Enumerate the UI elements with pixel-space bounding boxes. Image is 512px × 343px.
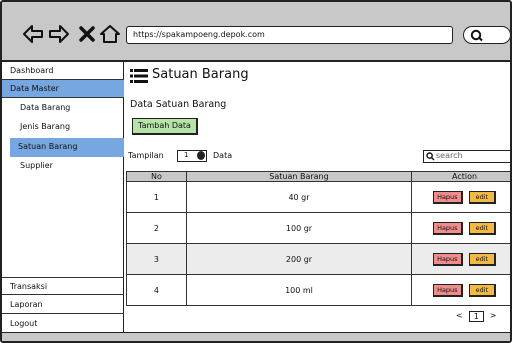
sidebar-subitem-supplier[interactable]: Supplier xyxy=(10,157,124,176)
satuan-table: No Satuan Barang Action 1 40 gr Hapus ed… xyxy=(126,171,510,306)
cell-no: 1 xyxy=(126,181,187,213)
delete-button[interactable]: Hapus xyxy=(433,283,463,297)
horizontal-scrollbar[interactable] xyxy=(2,332,510,341)
cell-action: Hapus edit xyxy=(411,274,510,306)
column-header-no: No xyxy=(126,171,187,182)
cell-action: Hapus edit xyxy=(411,243,510,275)
table-header-row: No Satuan Barang Action xyxy=(126,171,510,182)
edit-button[interactable]: edit xyxy=(468,252,497,266)
delete-button[interactable]: Hapus xyxy=(433,190,463,204)
sidebar-subitem-jenis-barang[interactable]: Jenis Barang xyxy=(10,118,124,137)
delete-button[interactable]: Hapus xyxy=(433,221,463,235)
home-icon[interactable] xyxy=(99,24,121,44)
browser-window: https://spakampoeng.depok.com Dashboard … xyxy=(0,0,512,343)
browser-toolbar: https://spakampoeng.depok.com xyxy=(2,2,510,62)
show-entries-select[interactable]: 1 xyxy=(177,150,207,162)
sidebar: Dashboard Data Master Data Barang Jenis … xyxy=(2,62,124,341)
cell-satuan: 100 gr xyxy=(185,212,413,244)
sidebar-item-dashboard[interactable]: Dashboard xyxy=(2,62,124,80)
show-entries-value: 1 xyxy=(184,151,189,159)
cell-action: Hapus edit xyxy=(411,212,510,244)
show-entries-suffix: Data xyxy=(213,151,233,160)
cell-no: 4 xyxy=(126,274,187,306)
sidebar-item-transaksi[interactable]: Transaksi xyxy=(2,277,124,295)
sidebar-item-laporan[interactable]: Laporan xyxy=(2,296,124,314)
column-header-satuan: Satuan Barang xyxy=(185,171,413,182)
show-entries-label: Tampilan xyxy=(128,151,164,160)
back-arrow-icon[interactable] xyxy=(22,24,44,44)
sidebar-subitem-data-barang[interactable]: Data Barang xyxy=(10,99,124,118)
edit-button[interactable]: edit xyxy=(468,283,497,297)
table-row: 3 200 gr Hapus edit xyxy=(126,243,510,275)
stepper-icon[interactable] xyxy=(197,151,205,160)
add-data-button[interactable]: Tambah Data xyxy=(132,118,198,135)
cell-satuan: 100 ml xyxy=(185,274,413,306)
search-placeholder: search xyxy=(436,151,463,160)
browser-search-button[interactable] xyxy=(463,26,510,44)
close-icon[interactable] xyxy=(77,24,99,44)
pager-page-button[interactable]: 1 xyxy=(468,311,484,322)
resize-handle-icon[interactable] xyxy=(498,335,506,341)
cell-satuan: 200 gr xyxy=(185,243,413,275)
pagination: < 1 > xyxy=(456,311,497,322)
table-row: 1 40 gr Hapus edit xyxy=(126,181,510,213)
delete-button[interactable]: Hapus xyxy=(433,252,463,266)
forward-arrow-icon[interactable] xyxy=(48,24,70,44)
sidebar-subitem-satuan-barang[interactable]: Satuan Barang xyxy=(10,138,124,157)
page-title: Satuan Barang xyxy=(152,67,249,82)
search-icon xyxy=(470,29,483,42)
cell-action: Hapus edit xyxy=(411,181,510,213)
column-header-action: Action xyxy=(411,171,510,182)
pager-prev-button[interactable]: < xyxy=(456,311,463,322)
cell-satuan: 40 gr xyxy=(185,181,413,213)
url-bar[interactable]: https://spakampoeng.depok.com xyxy=(126,26,453,44)
table-row: 2 100 gr Hapus edit xyxy=(126,212,510,244)
main-content: Satuan Barang Data Satuan Barang Tambah … xyxy=(126,62,510,341)
sidebar-item-logout[interactable]: Logout xyxy=(2,315,124,333)
section-title: Data Satuan Barang xyxy=(130,99,227,110)
list-icon xyxy=(130,68,148,87)
edit-button[interactable]: edit xyxy=(468,190,497,204)
pager-next-button[interactable]: > xyxy=(490,311,497,322)
cell-no: 3 xyxy=(126,243,187,275)
table-row: 4 100 ml Hapus edit xyxy=(126,274,510,306)
edit-button[interactable]: edit xyxy=(468,221,497,235)
sidebar-item-data-master[interactable]: Data Master xyxy=(2,80,124,98)
cell-no: 2 xyxy=(126,212,187,244)
search-icon xyxy=(426,152,435,161)
table-search-input[interactable]: search xyxy=(423,150,510,163)
